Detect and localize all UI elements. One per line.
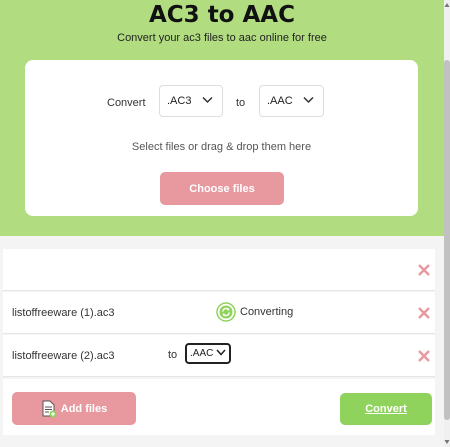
- drop-hint: Select files or drag & drop them here: [131, 141, 312, 153]
- refresh-icon: [216, 302, 236, 322]
- list-item: listoffreeware (2).ac3 to .AAC: [3, 335, 435, 377]
- status-text: Converting: [240, 306, 294, 318]
- add-files-label: Add files: [60, 402, 108, 415]
- page-subtitle: Convert your ac3 files to aac online for…: [117, 32, 327, 44]
- choose-files-button[interactable]: Choose files: [160, 172, 284, 205]
- scrollbar-thumb[interactable]: [444, 60, 450, 420]
- to-format-value: .AAC: [267, 95, 293, 107]
- target-format-value: .AAC: [190, 348, 214, 359]
- chevron-down-icon: [202, 96, 213, 104]
- scroll-down-arrow-icon[interactable]: [444, 439, 450, 445]
- close-x-icon[interactable]: [417, 306, 431, 320]
- status-badge: Converting: [216, 302, 293, 322]
- page-title: AC3 to AAC: [149, 2, 295, 28]
- to-label: to: [168, 349, 178, 361]
- list-item: [3, 249, 435, 291]
- scroll-up-arrow-icon[interactable]: [444, 2, 450, 8]
- close-x-icon[interactable]: [417, 263, 431, 277]
- chevron-down-icon: [303, 96, 314, 104]
- to-label: to: [236, 97, 246, 109]
- convert-button[interactable]: Convert: [340, 393, 432, 425]
- target-format-select[interactable]: .AAC: [185, 343, 231, 364]
- scrollbar[interactable]: [444, 0, 450, 447]
- from-format-value: .AC3: [167, 95, 192, 107]
- add-files-button[interactable]: Add files: [12, 392, 136, 425]
- to-format-select[interactable]: .AAC: [259, 85, 324, 117]
- upload-card[interactable]: Convert .AC3 to .AAC Select files or dra…: [25, 60, 418, 216]
- close-x-icon[interactable]: [417, 349, 431, 363]
- list-item: listoffreeware (1).ac3 Converting: [3, 292, 435, 334]
- file-name: listoffreeware (2).ac3: [12, 350, 115, 362]
- from-format-select[interactable]: .AC3: [159, 85, 223, 117]
- file-name: listoffreeware (1).ac3: [12, 307, 115, 319]
- actions-bar: Add files Convert: [3, 379, 435, 435]
- add-file-icon: [42, 400, 57, 417]
- convert-label: Convert: [107, 97, 146, 109]
- chevron-down-icon: [216, 349, 226, 356]
- hero-banner: AC3 to AAC Convert your ac3 files to aac…: [0, 0, 444, 236]
